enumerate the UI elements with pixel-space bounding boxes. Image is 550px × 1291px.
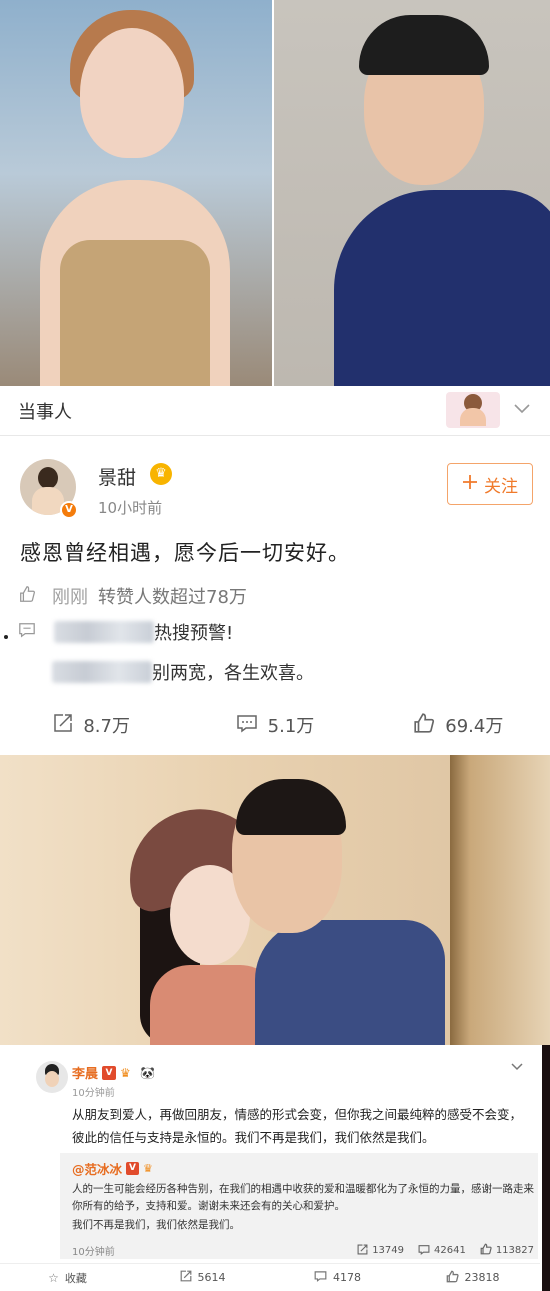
repost-repost-count: 13749 xyxy=(372,1245,404,1256)
repost-comment-count: 42641 xyxy=(434,1245,466,1256)
repost-repost-stat[interactable]: 13749 xyxy=(357,1243,404,1258)
favorite-label: 收藏 xyxy=(64,1271,87,1285)
blurred-text xyxy=(52,661,152,683)
notice-text: 热搜预警! xyxy=(154,623,234,644)
crown-icon: ♛ xyxy=(120,1065,131,1080)
post-content: 从朋友到爱人，再做回朋友，情感的形式会变，但你我之间最纯粹的感受不会变，彼此的信… xyxy=(72,1107,523,1145)
repost-count: 8.7万 xyxy=(83,716,130,737)
section-title: 当事人 xyxy=(18,402,72,423)
repost-comment-stat[interactable]: 42641 xyxy=(418,1243,466,1258)
plus-icon xyxy=(462,474,478,495)
repost-content: 人的一生可能会经历各种告别，在我们的相遇中收获的爱和温暖都化为了永恒的力量，感谢… xyxy=(72,1183,534,1212)
post-actions: 8.7万 5.1万 69.4万 xyxy=(0,695,550,755)
header-avatar[interactable] xyxy=(446,392,500,428)
notice-row-hot: 热搜预警! xyxy=(18,619,233,645)
post-jingtian: V 景甜 ♛ 10小时前 关注 感恩曾经相遇，愿今后一切安好。 刚刚 转赞人数超… xyxy=(0,437,550,755)
notice-text: 转赞人数超过78万 xyxy=(98,587,247,608)
thumbs-up-icon xyxy=(18,585,40,608)
avatar[interactable] xyxy=(36,1061,68,1093)
comment-icon xyxy=(418,1244,430,1258)
notice-row-quote: 别两宽，各生欢喜。 xyxy=(18,659,314,685)
post-lichen: 李晨 V ♛ 🐼 10分钟前 从朋友到爱人，再做回朋友，情感的形式会变，但你我之… xyxy=(0,1045,550,1291)
repost-username[interactable]: @范冰冰 xyxy=(72,1159,122,1178)
repost-button[interactable]: 5614 xyxy=(135,1264,270,1291)
star-icon: ☆ xyxy=(48,1270,59,1285)
notice-time: 刚刚 xyxy=(52,587,88,608)
like-count: 23818 xyxy=(464,1271,500,1284)
verified-badge-icon: V xyxy=(126,1162,140,1175)
post-content: 感恩曾经相遇，愿今后一切安好。 xyxy=(20,541,350,565)
share-icon xyxy=(180,1270,192,1285)
chevron-down-icon[interactable] xyxy=(512,398,532,418)
photo-woman xyxy=(0,0,272,386)
comment-count: 4178 xyxy=(333,1271,361,1284)
repost-card[interactable]: @范冰冰 V ♛ 人的一生可能会经历各种告别，在我们的相遇中收获的爱和温暖都化为… xyxy=(60,1153,538,1259)
comment-button[interactable]: 5.1万 xyxy=(183,695,366,755)
comment-icon xyxy=(18,621,40,644)
comment-button[interactable]: 4178 xyxy=(270,1264,405,1291)
follow-button[interactable]: 关注 xyxy=(447,463,533,505)
username[interactable]: 李晨 xyxy=(72,1063,98,1082)
blurred-text xyxy=(54,621,154,643)
post-time: 10分钟前 xyxy=(72,1088,115,1099)
share-icon xyxy=(357,1244,368,1258)
like-button[interactable]: 69.4万 xyxy=(367,695,550,755)
repost-user-row: @范冰冰 V ♛ xyxy=(72,1159,153,1178)
repost-like-count: 113827 xyxy=(495,1245,534,1256)
chevron-down-icon[interactable] xyxy=(510,1059,524,1077)
comment-icon xyxy=(314,1270,327,1285)
crown-icon: ♛ xyxy=(143,1162,153,1175)
verified-badge-icon: V xyxy=(60,501,78,519)
repost-content-2: 我们不再是我们，我们依然是我们。 xyxy=(72,1219,240,1231)
repost-footer: 10分钟前 13749 42641 113827 xyxy=(72,1243,534,1258)
like-button[interactable]: 23818 xyxy=(405,1264,540,1291)
post-time: 10小时前 xyxy=(98,499,163,517)
couple-photo xyxy=(0,755,550,1045)
share-icon xyxy=(53,713,73,738)
comment-icon xyxy=(236,713,258,738)
top-photo-panel xyxy=(0,0,550,386)
panda-icon: 🐼 xyxy=(140,1065,155,1080)
comment-count: 5.1万 xyxy=(267,716,315,737)
repost-like-stat[interactable]: 113827 xyxy=(480,1243,534,1258)
photo-man xyxy=(272,0,550,386)
verified-badge-icon: V xyxy=(102,1065,117,1080)
crown-icon: ♛ xyxy=(150,463,172,485)
repost-count: 5614 xyxy=(197,1271,226,1284)
thumbs-up-icon xyxy=(480,1243,492,1258)
username-row: 李晨 V ♛ 🐼 xyxy=(72,1063,155,1082)
thumbs-up-icon xyxy=(446,1270,459,1286)
like-count: 69.4万 xyxy=(445,716,504,737)
section-header: 当事人 xyxy=(0,386,550,436)
favorite-button[interactable]: ☆ 收藏 xyxy=(0,1264,135,1291)
thumbs-up-icon xyxy=(413,712,435,739)
follow-label: 关注 xyxy=(484,476,518,497)
repost-time: 10分钟前 xyxy=(72,1247,115,1258)
repost-button[interactable]: 8.7万 xyxy=(0,695,183,755)
notice-text: 别两宽，各生欢喜。 xyxy=(152,663,314,684)
notice-row-likes: 刚刚 转赞人数超过78万 xyxy=(18,583,247,609)
username[interactable]: 景甜 xyxy=(98,463,136,490)
post-actions: ☆ 收藏 5614 4178 23818 xyxy=(0,1263,540,1291)
